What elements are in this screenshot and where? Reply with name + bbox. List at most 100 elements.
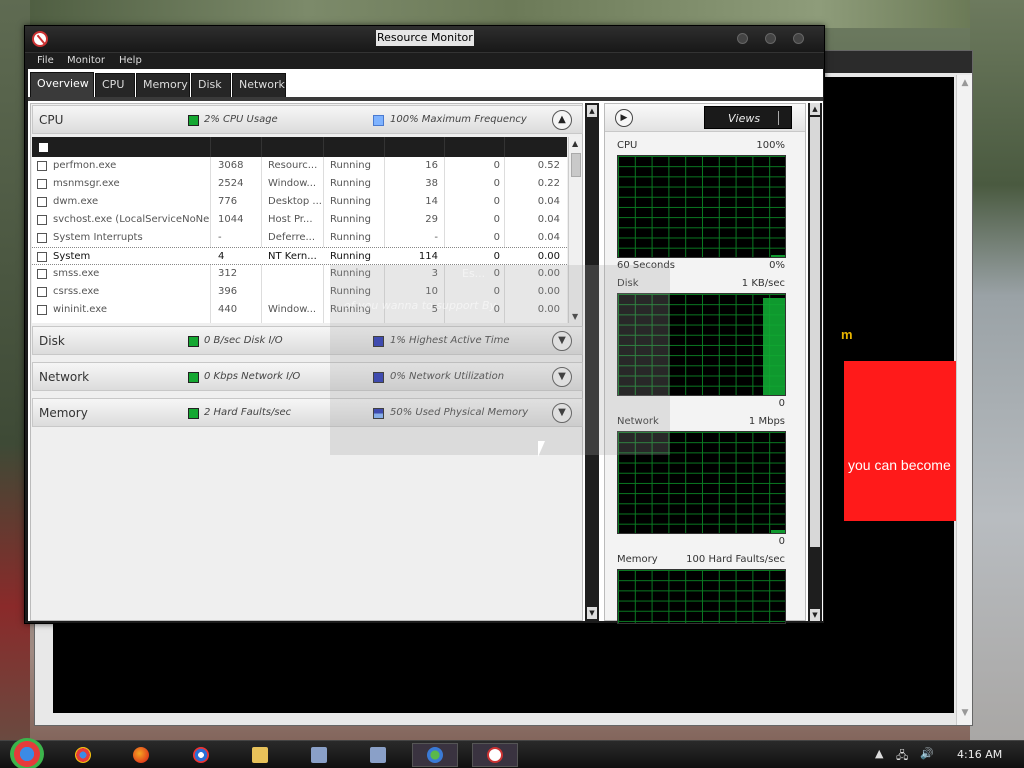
process-image: dwm.exe [53, 196, 99, 207]
graph-level [763, 298, 785, 395]
menu-file[interactable]: File [37, 55, 54, 66]
show-hidden-icons-icon[interactable]: ▲ [875, 747, 883, 760]
page-banner-text: you can become [848, 457, 951, 473]
disk-io-stat: 0 B/sec Disk I/O [204, 335, 283, 346]
taskbar-resource-monitor[interactable] [472, 743, 518, 767]
process-pid: 1044 [218, 214, 244, 225]
start-button[interactable] [10, 738, 44, 768]
taskbar-clock[interactable]: 4:16 AM [957, 748, 1002, 761]
window-title: Resource Monitor [376, 30, 474, 46]
table-row[interactable]: svchost.exe (LocalServiceNoNe... 1044 Host… [32, 211, 567, 229]
row-checkbox[interactable] [37, 252, 47, 262]
taskbar-chrome-2[interactable] [178, 743, 224, 767]
scroll-down-icon[interactable]: ▼ [957, 705, 973, 721]
scroll-down-icon[interactable]: ▼ [587, 607, 597, 619]
menu-help[interactable]: Help [119, 55, 142, 66]
table-row[interactable]: perfmon.exe 3068 Resourc... Running 16 0 0.52 [32, 157, 567, 175]
network-section-title: Network [39, 370, 90, 384]
close-button[interactable] [793, 33, 804, 44]
table-row[interactable]: dwm.exe 776 Desktop ... Running 14 0 0.04 [32, 193, 567, 211]
graph-level [771, 530, 785, 533]
process-cpu: 0 [493, 251, 500, 262]
cpu-frequency-stat: 100% Maximum Frequency [390, 114, 527, 125]
resource-monitor-icon[interactable] [32, 31, 48, 47]
volume-icon[interactable]: 🔊 [920, 747, 934, 760]
disk-io-swatch [188, 336, 199, 347]
scroll-thumb[interactable] [810, 117, 820, 547]
taskbar-explorer[interactable] [237, 743, 283, 767]
taskbar-app-2[interactable] [355, 743, 401, 767]
collapse-cpu-icon[interactable]: ▲ [552, 110, 572, 130]
tab-cpu[interactable]: CPU [95, 73, 135, 97]
row-checkbox[interactable] [37, 161, 47, 171]
process-image: smss.exe [53, 268, 100, 279]
process-threads: 38 [425, 178, 438, 189]
row-checkbox[interactable] [37, 197, 47, 207]
scroll-up-icon[interactable]: ▲ [810, 103, 820, 115]
process-status: Running [330, 196, 371, 207]
graph-level [771, 255, 785, 257]
tab-overview[interactable]: Overview [30, 72, 94, 97]
graph-max-label: 100 Hard Faults/sec [686, 554, 785, 565]
graph-min-label: 0% [769, 260, 785, 271]
scroll-up-icon[interactable]: ▲ [572, 139, 578, 148]
tab-network[interactable]: Network [232, 73, 286, 97]
row-checkbox[interactable] [37, 305, 47, 315]
select-all-checkbox[interactable] [39, 143, 48, 152]
desktop-wallpaper-right [970, 0, 1024, 740]
process-pid: 2524 [218, 178, 244, 189]
chrome-icon [75, 747, 91, 763]
table-row[interactable]: msnmsgr.exe 2524 Window... Running 38 0 0.22 [32, 175, 567, 193]
row-checkbox[interactable] [37, 179, 47, 189]
maximize-button[interactable] [765, 33, 776, 44]
process-average-cpu: 0.04 [537, 196, 560, 207]
process-description: Resourc... [268, 160, 318, 171]
process-description: Window... [268, 178, 317, 189]
tab-disk[interactable]: Disk [191, 73, 231, 97]
process-description: Host Pr... [268, 214, 313, 225]
collapse-pane-icon[interactable]: ▶ [615, 109, 633, 127]
scroll-up-icon[interactable]: ▲ [587, 105, 597, 117]
table-row[interactable]: System Interrupts - Deferre... Running - 0 0.0… [32, 229, 567, 247]
cpu-frequency-swatch [373, 115, 384, 126]
network-io-swatch [188, 372, 199, 383]
messenger-icon [427, 747, 443, 763]
table-row[interactable]: System 4 NT Kern... Running 114 0 0.00 [32, 247, 567, 265]
page-red-banner[interactable] [844, 361, 962, 521]
process-description: Deferre... [268, 232, 316, 243]
taskbar-messenger[interactable] [412, 743, 458, 767]
menu-monitor[interactable]: Monitor [67, 55, 105, 66]
taskbar-app-1[interactable] [296, 743, 342, 767]
row-checkbox[interactable] [37, 215, 47, 225]
process-average-cpu: 0.52 [537, 160, 560, 171]
process-description: Desktop ... [268, 196, 322, 207]
taskbar: ▲ 🖧 🔊 4:16 AM [0, 738, 1024, 768]
graph-max-label: 1 Mbps [748, 416, 785, 427]
taskbar-chrome[interactable] [60, 743, 106, 767]
views-button[interactable]: Views [704, 106, 792, 129]
cpu-section-header[interactable]: CPU 2% CPU Usage 100% Maximum Frequency … [32, 105, 583, 134]
scroll-thumb[interactable] [571, 153, 581, 177]
scroll-down-icon[interactable]: ▼ [810, 609, 820, 621]
process-threads: 16 [425, 160, 438, 171]
graph-max-label: 100% [756, 140, 785, 151]
graph-min-label: 0 [778, 398, 785, 409]
graphs-scrollbar[interactable]: ▲ ▼ [808, 103, 822, 621]
taskbar-firefox[interactable] [118, 743, 164, 767]
row-checkbox[interactable] [37, 233, 47, 243]
titlebar[interactable]: Resource Monitor [25, 26, 824, 52]
background-scrollbar[interactable]: ▲ ▼ [956, 75, 972, 725]
process-threads: 29 [425, 214, 438, 225]
process-cpu: 0 [493, 178, 500, 189]
network-icon[interactable]: 🖧 [896, 747, 908, 766]
minimize-button[interactable] [737, 33, 748, 44]
tab-memory[interactable]: Memory [136, 73, 190, 97]
row-checkbox[interactable] [37, 287, 47, 297]
row-checkbox[interactable] [37, 269, 47, 279]
network-io-stat: 0 Kbps Network I/O [204, 371, 301, 382]
graph-cpu [617, 155, 786, 258]
process-cpu: 0 [493, 232, 500, 243]
table-header[interactable] [32, 137, 567, 157]
scroll-up-icon[interactable]: ▲ [957, 75, 973, 91]
process-image: svchost.exe (LocalServiceNoNe... [53, 214, 209, 225]
